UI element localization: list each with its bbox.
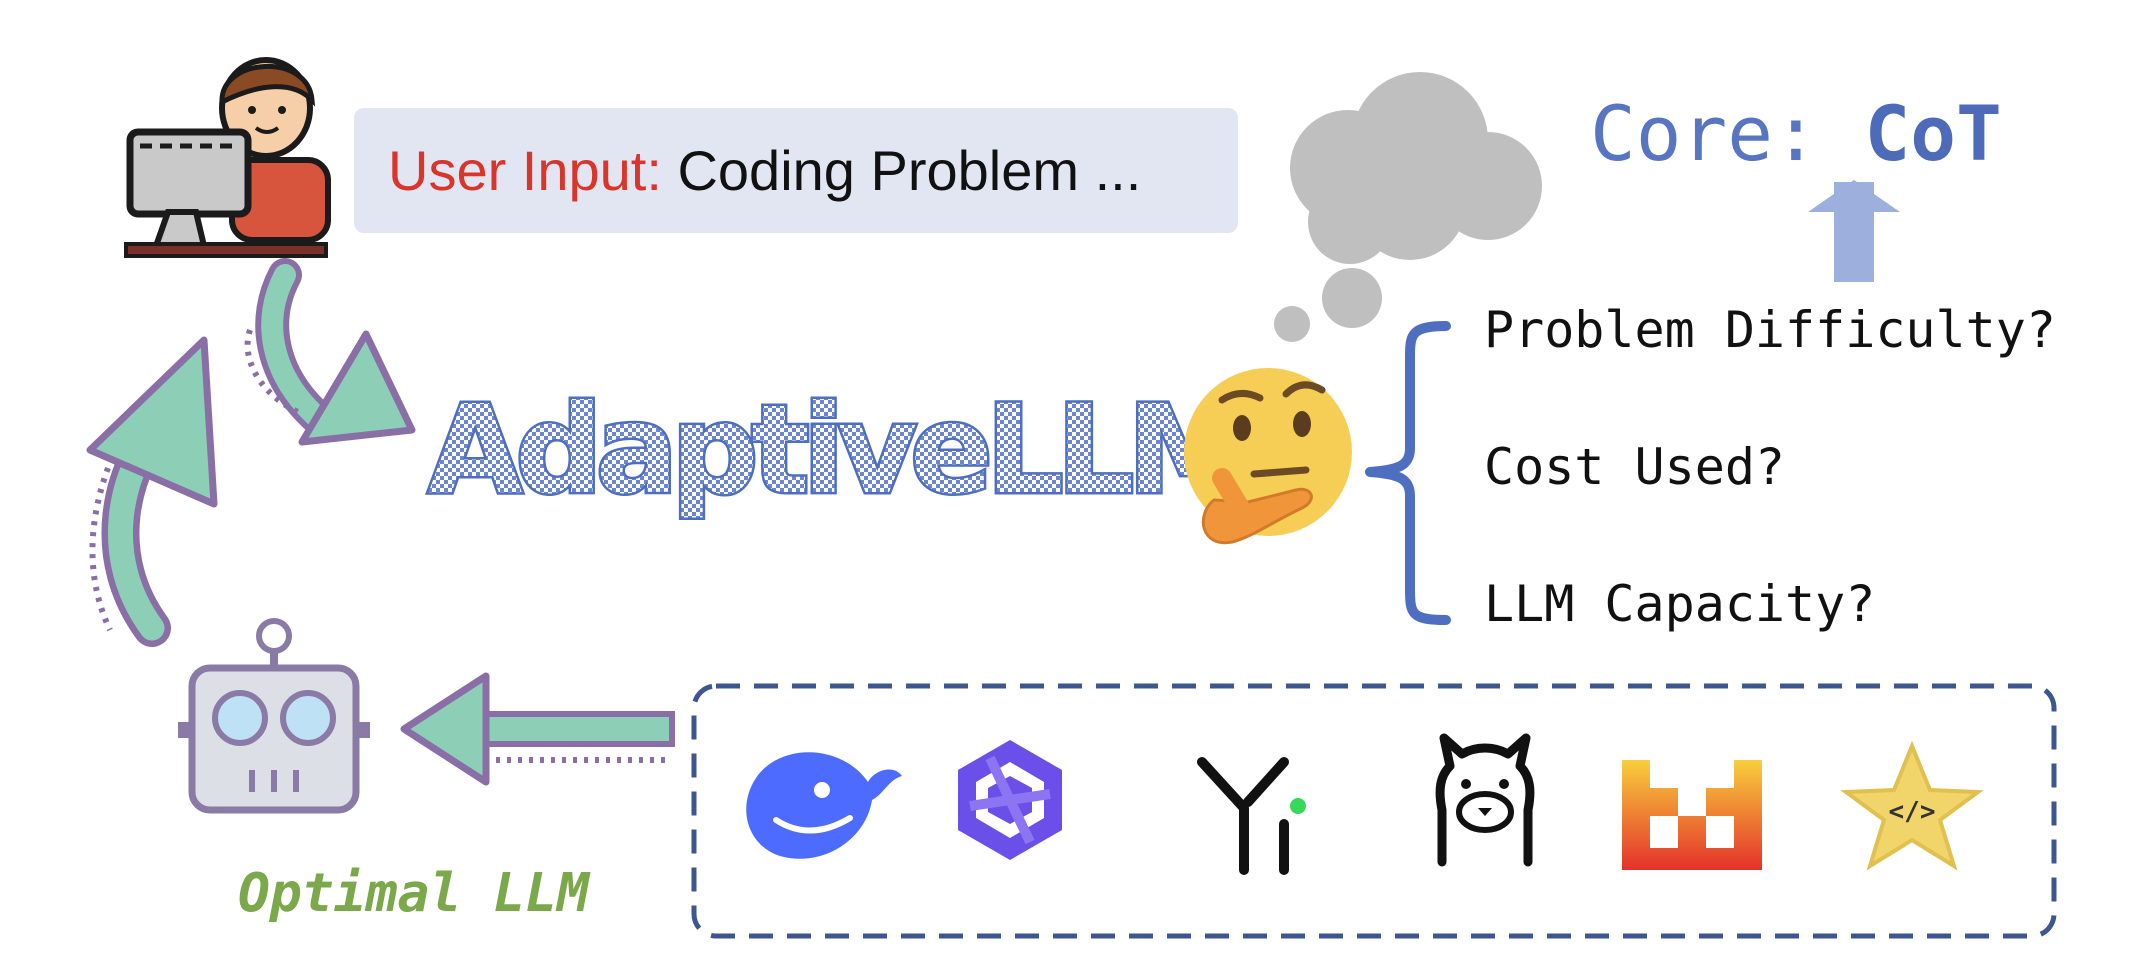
user-computer-icon bbox=[124, 57, 331, 258]
optimal-llm-label: Optimal LLM bbox=[238, 863, 589, 924]
question-brace bbox=[1365, 321, 1451, 625]
up-arrow-icon bbox=[1808, 180, 1900, 282]
core-prefix: Core: bbox=[1590, 89, 1819, 178]
selection-arrow bbox=[400, 672, 675, 786]
input-flow-arrow bbox=[244, 258, 416, 446]
system-name: AdaptiveLLM bbox=[428, 379, 1242, 521]
code-star-icon: </> bbox=[1840, 740, 1984, 871]
core-label: Core: CoT bbox=[1590, 86, 2002, 182]
hexagon-star-logo-icon bbox=[958, 740, 1062, 860]
thinking-face-icon bbox=[1184, 368, 1352, 545]
llama-logo-icon bbox=[1435, 733, 1535, 867]
question-llm-capacity: LLM Capacity? bbox=[1484, 575, 1876, 633]
question-problem-difficulty: Problem Difficulty? bbox=[1484, 301, 2056, 359]
user-input-value: Coding Problem ... bbox=[677, 139, 1142, 202]
robot-icon bbox=[178, 618, 370, 814]
core-value: CoT bbox=[1864, 89, 2002, 178]
whale-logo-icon bbox=[746, 752, 902, 859]
adaptivellm-diagram: AdaptiveLLM </> User Input: Coding Probl… bbox=[0, 0, 2152, 966]
user-input-label: User Input: bbox=[388, 139, 662, 202]
question-cost-used: Cost Used? bbox=[1484, 438, 1786, 496]
llm-pool-box bbox=[691, 683, 2057, 939]
return-flow-arrow bbox=[86, 336, 218, 647]
svg-text:</>: </> bbox=[1889, 797, 1936, 827]
pixel-m-logo-icon bbox=[1622, 760, 1762, 870]
user-input-text: User Input: Coding Problem ... bbox=[388, 136, 1141, 206]
yi-logo-icon bbox=[1197, 757, 1306, 875]
